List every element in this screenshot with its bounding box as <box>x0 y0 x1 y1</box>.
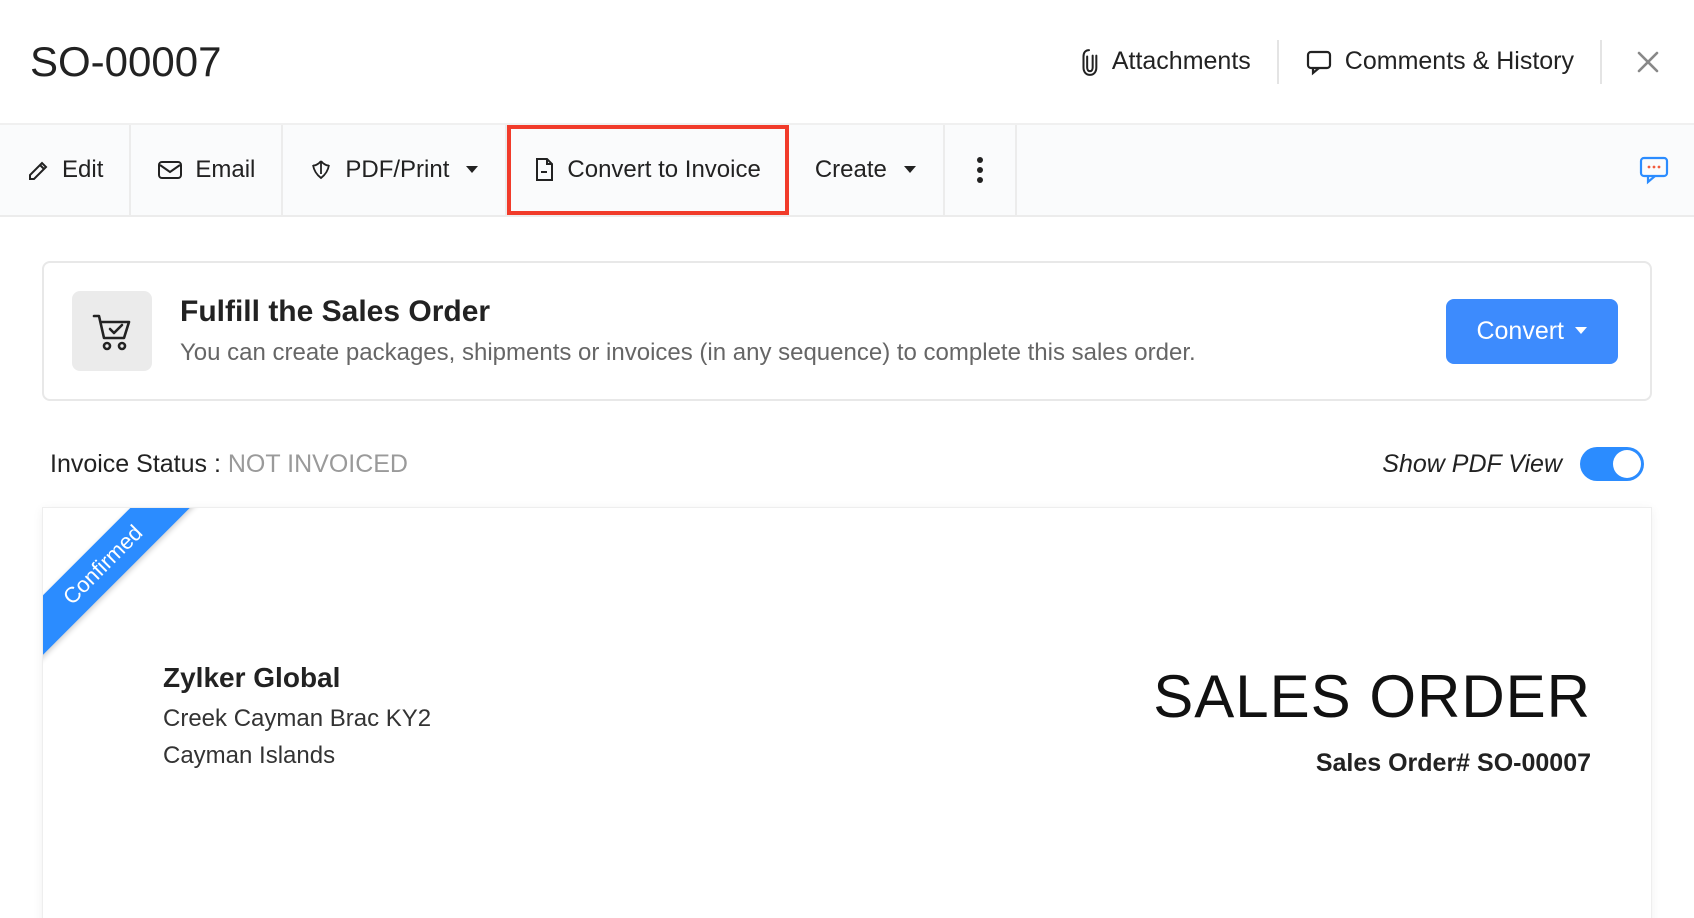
company-name: Zylker Global <box>163 662 431 694</box>
more-actions-button[interactable] <box>945 125 1017 215</box>
status-label: Invoice Status <box>50 450 207 478</box>
header-actions: Attachments Comments & History <box>1078 40 1662 84</box>
page-title: SO-00007 <box>30 38 221 86</box>
pencil-icon <box>26 158 50 182</box>
pdf-print-button[interactable]: PDF/Print <box>283 125 507 215</box>
document-icon <box>533 157 555 183</box>
document-body: Zylker Global Creek Cayman Brac KY2 Caym… <box>163 662 1591 778</box>
create-button[interactable]: Create <box>789 125 945 215</box>
address-line-2: Cayman Islands <box>163 737 431 774</box>
comments-label: Comments & History <box>1345 47 1574 76</box>
attachments-button[interactable]: Attachments <box>1078 47 1251 77</box>
email-label: Email <box>195 156 255 184</box>
chevron-down-icon <box>465 165 479 175</box>
banner-title: Fulfill the Sales Order <box>180 295 1418 329</box>
convert-invoice-label: Convert to Invoice <box>567 156 760 184</box>
attachments-label: Attachments <box>1112 47 1251 76</box>
document-preview: Confirmed Zylker Global Creek Cayman Bra… <box>42 507 1652 918</box>
cart-check-icon <box>90 310 134 352</box>
toolbar-chat-button[interactable] <box>1638 155 1670 185</box>
pdf-label: PDF/Print <box>345 156 449 184</box>
fulfill-banner: Fulfill the Sales Order You can create p… <box>42 261 1652 401</box>
status-ribbon: Confirmed <box>42 507 210 672</box>
pdf-view-label: Show PDF View <box>1382 450 1562 479</box>
divider <box>1277 40 1279 84</box>
main-content: Fulfill the Sales Order You can create p… <box>0 217 1694 918</box>
chat-icon <box>1305 48 1333 76</box>
document-title-block: SALES ORDER Sales Order# SO-00007 <box>1153 662 1591 778</box>
chevron-down-icon <box>1574 326 1588 336</box>
address-line-1: Creek Cayman Brac KY2 <box>163 700 431 737</box>
invoice-status: Invoice Status : NOT INVOICED <box>50 450 408 479</box>
paperclip-icon <box>1078 47 1100 77</box>
email-button[interactable]: Email <box>131 125 283 215</box>
convert-label: Convert <box>1476 317 1564 346</box>
more-vertical-icon <box>976 156 984 184</box>
banner-text: Fulfill the Sales Order You can create p… <box>180 295 1418 367</box>
document-number: Sales Order# SO-00007 <box>1153 749 1591 778</box>
mail-icon <box>157 160 183 180</box>
chat-bubble-icon <box>1638 155 1670 185</box>
chevron-down-icon <box>903 165 917 175</box>
page-header: SO-00007 Attachments Comments & History <box>0 0 1694 125</box>
edit-label: Edit <box>62 156 103 184</box>
status-row: Invoice Status : NOT INVOICED Show PDF V… <box>50 447 1644 481</box>
convert-to-invoice-button[interactable]: Convert to Invoice <box>507 125 788 215</box>
edit-button[interactable]: Edit <box>0 125 131 215</box>
company-block: Zylker Global Creek Cayman Brac KY2 Caym… <box>163 662 431 774</box>
divider <box>1600 40 1602 84</box>
toggle-knob <box>1613 450 1641 478</box>
create-label: Create <box>815 156 887 184</box>
banner-subtitle: You can create packages, shipments or in… <box>180 339 1418 367</box>
document-type: SALES ORDER <box>1153 662 1591 731</box>
pdf-view-toggle-group: Show PDF View <box>1382 447 1644 481</box>
status-value: NOT INVOICED <box>228 450 408 478</box>
pdf-icon <box>309 158 333 182</box>
pdf-view-toggle[interactable] <box>1580 447 1644 481</box>
close-icon <box>1634 48 1662 76</box>
status-separator: : <box>207 450 228 478</box>
cart-icon-badge <box>72 291 152 371</box>
close-button[interactable] <box>1628 48 1662 76</box>
action-toolbar: Edit Email PDF/Print Conver <box>0 125 1694 217</box>
comments-history-button[interactable]: Comments & History <box>1305 47 1574 76</box>
convert-button[interactable]: Convert <box>1446 299 1618 364</box>
